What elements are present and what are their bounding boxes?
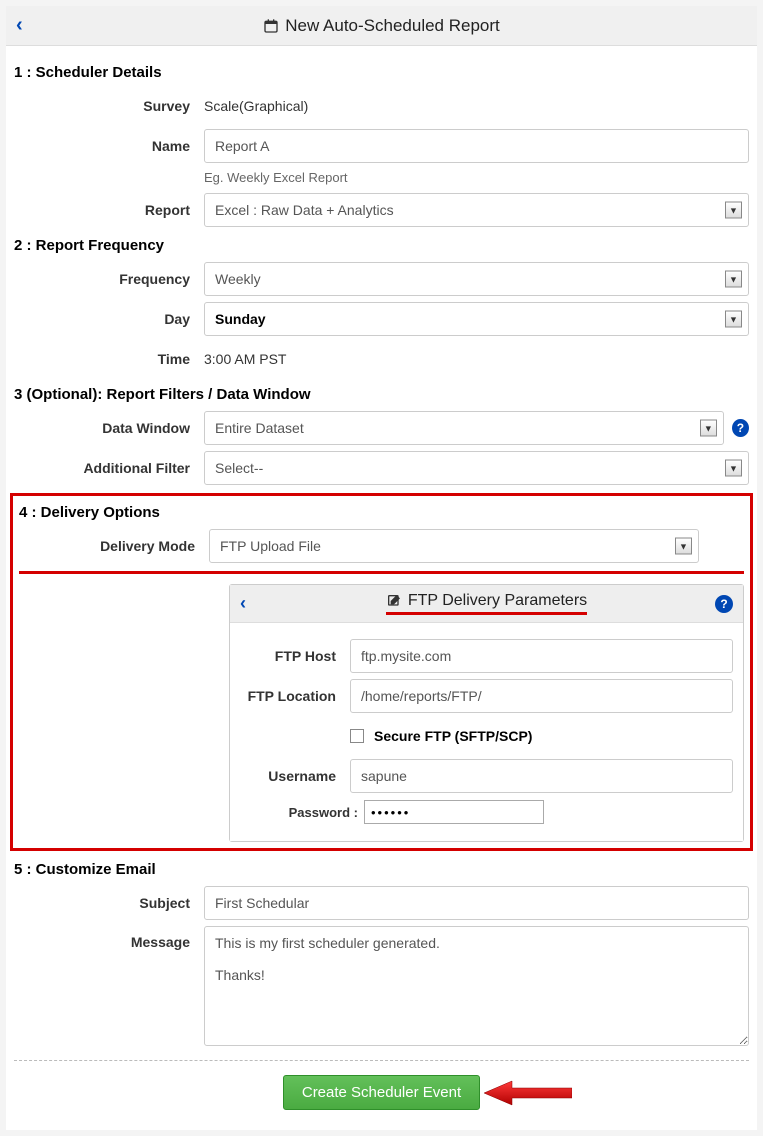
ftp-location-input[interactable]: [350, 679, 733, 713]
survey-value: Scale(Graphical): [204, 98, 749, 114]
report-select[interactable]: Excel : Raw Data + Analytics ▼: [204, 193, 749, 227]
delivery-mode-select[interactable]: FTP Upload File ▼: [209, 529, 699, 563]
ftp-host-input[interactable]: [350, 639, 733, 673]
calendar-icon: [263, 18, 279, 34]
chevron-down-icon: ▼: [725, 311, 742, 328]
create-scheduler-event-button[interactable]: Create Scheduler Event: [283, 1075, 480, 1110]
delivery-mode-label: Delivery Mode: [19, 538, 209, 554]
chevron-down-icon: ▼: [725, 202, 742, 219]
frequency-select-value: Weekly: [215, 271, 261, 287]
page-title: New Auto-Scheduled Report: [6, 16, 757, 36]
divider: [14, 1060, 749, 1061]
page-header: ‹ New Auto-Scheduled Report: [6, 6, 757, 46]
arrow-annotation-icon: [482, 1078, 572, 1108]
secure-ftp-checkbox[interactable]: [350, 729, 364, 743]
help-icon[interactable]: ?: [732, 419, 749, 437]
chevron-down-icon: ▼: [725, 460, 742, 477]
subject-input[interactable]: [204, 886, 749, 920]
additional-filter-label: Additional Filter: [14, 460, 204, 476]
name-input[interactable]: [204, 129, 749, 163]
delivery-options-highlight: 4 : Delivery Options Delivery Mode FTP U…: [10, 493, 753, 851]
additional-filter-select[interactable]: Select-- ▼: [204, 451, 749, 485]
time-label: Time: [14, 351, 204, 367]
message-label: Message: [14, 926, 204, 950]
data-window-select-value: Entire Dataset: [215, 420, 304, 436]
data-window-select[interactable]: Entire Dataset ▼: [204, 411, 724, 445]
ftp-panel-title: FTP Delivery Parameters: [230, 592, 743, 615]
frequency-label: Frequency: [14, 271, 204, 287]
edit-icon: [386, 593, 402, 609]
data-window-label: Data Window: [14, 420, 204, 436]
name-hint: Eg. Weekly Excel Report: [204, 170, 749, 185]
ftp-delivery-panel: ‹ FTP Delivery Parameters ? FTP Host FTP…: [229, 584, 744, 842]
back-button[interactable]: ‹: [16, 14, 23, 37]
chevron-down-icon: ▼: [675, 538, 692, 555]
secure-ftp-label: Secure FTP (SFTP/SCP): [374, 728, 532, 744]
section-3-heading: 3 (Optional): Report Filters / Data Wind…: [14, 386, 749, 403]
additional-filter-select-value: Select--: [215, 460, 263, 476]
day-label: Day: [14, 311, 204, 327]
chevron-down-icon: ▼: [725, 271, 742, 288]
section-2-heading: 2 : Report Frequency: [14, 237, 749, 254]
page-title-text: New Auto-Scheduled Report: [285, 16, 500, 36]
time-value: 3:00 AM PST: [204, 351, 749, 367]
password-label: Password :: [240, 805, 364, 820]
name-label: Name: [14, 138, 204, 154]
message-textarea[interactable]: This is my first scheduler generated. Th…: [204, 926, 749, 1046]
report-select-value: Excel : Raw Data + Analytics: [215, 202, 394, 218]
survey-label: Survey: [14, 98, 204, 114]
ftp-panel-title-text: FTP Delivery Parameters: [408, 592, 587, 610]
username-input[interactable]: [350, 759, 733, 793]
section-5-heading: 5 : Customize Email: [14, 861, 749, 878]
chevron-down-icon: ▼: [700, 420, 717, 437]
username-label: Username: [240, 768, 350, 784]
section-1-heading: 1 : Scheduler Details: [14, 64, 749, 81]
day-select[interactable]: Sunday ▼: [204, 302, 749, 336]
ftp-panel-header: ‹ FTP Delivery Parameters ?: [230, 585, 743, 623]
delivery-mode-select-value: FTP Upload File: [220, 538, 321, 554]
ftp-location-label: FTP Location: [240, 688, 350, 704]
ftp-back-button[interactable]: ‹: [240, 593, 246, 614]
help-icon[interactable]: ?: [715, 595, 733, 613]
section-4-heading: 4 : Delivery Options: [19, 504, 744, 521]
ftp-host-label: FTP Host: [240, 648, 350, 664]
report-label: Report: [14, 202, 204, 218]
subject-label: Subject: [14, 895, 204, 911]
password-input[interactable]: [364, 800, 544, 824]
day-select-value: Sunday: [215, 311, 266, 327]
frequency-select[interactable]: Weekly ▼: [204, 262, 749, 296]
